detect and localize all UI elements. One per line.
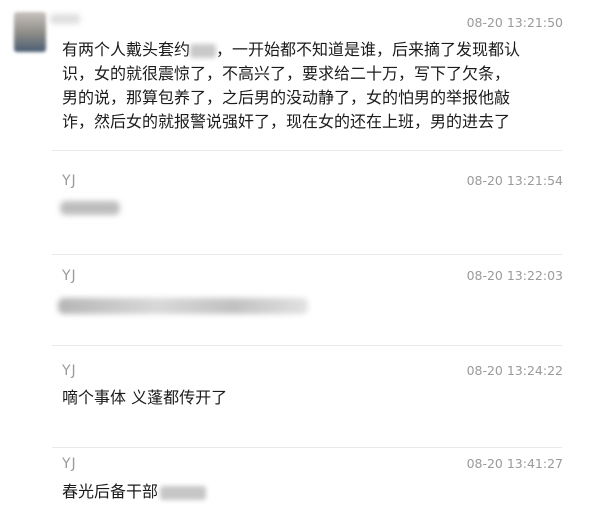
message-line: 诈，然后女的就报警说强奸了，现在女的还在上班，男的进去了 (62, 112, 511, 131)
message-text[interactable]: 有两个人戴头套约 ，一开始都不知道是谁，后来摘了发现都认 识，女的就很震惊了，不高… (62, 38, 520, 134)
message-timestamp: 08-20 13:24:22 (466, 363, 563, 378)
message-text[interactable]: 春光后备干部 (62, 480, 207, 504)
message-item: YJ 08-20 13:41:27 春光后备干部 (0, 448, 600, 515)
message-item: YJ 08-20 13:24:22 嘀个事体 义蓬都传开了 (0, 346, 600, 446)
message-timestamp: 08-20 13:21:54 (466, 173, 563, 188)
redacted-message-text[interactable] (60, 201, 120, 215)
message-item: YJ 08-20 13:22:03 (0, 255, 600, 343)
message-text[interactable]: 嘀个事体 义蓬都传开了 (62, 386, 227, 410)
chat-log: 08-20 13:21:50 有两个人戴头套约 ，一开始都不知道是谁，后来摘了发现… (0, 0, 600, 515)
message-item: YJ 08-20 13:21:54 (0, 151, 600, 253)
message-line: 识，女的就很震惊了，不高兴了，要求给二十万，写下了欠条， (62, 64, 511, 83)
message-sender: YJ (62, 173, 77, 189)
message-timestamp: 08-20 13:22:03 (466, 268, 563, 283)
message-line: 有两个人戴头套约 ，一开始都不知道是谁，后来摘了发现都认 (62, 40, 521, 59)
message-timestamp: 08-20 13:41:27 (466, 456, 563, 471)
redacted-message-text[interactable] (58, 298, 308, 314)
message-line: 男的说，那算包养了，之后男的没动静了，女的怕男的举报他敲 (62, 88, 511, 107)
message-item: 08-20 13:21:50 有两个人戴头套约 ，一开始都不知道是谁，后来摘了发现… (0, 0, 600, 150)
redacted-sender-name (50, 14, 80, 24)
message-sender: YJ (62, 363, 77, 379)
redacted-text (190, 43, 217, 58)
message-timestamp: 08-20 13:21:50 (466, 15, 563, 30)
message-sender: YJ (62, 456, 77, 472)
message-sender: YJ (62, 268, 77, 284)
redacted-text (160, 485, 207, 500)
avatar[interactable] (14, 12, 46, 52)
